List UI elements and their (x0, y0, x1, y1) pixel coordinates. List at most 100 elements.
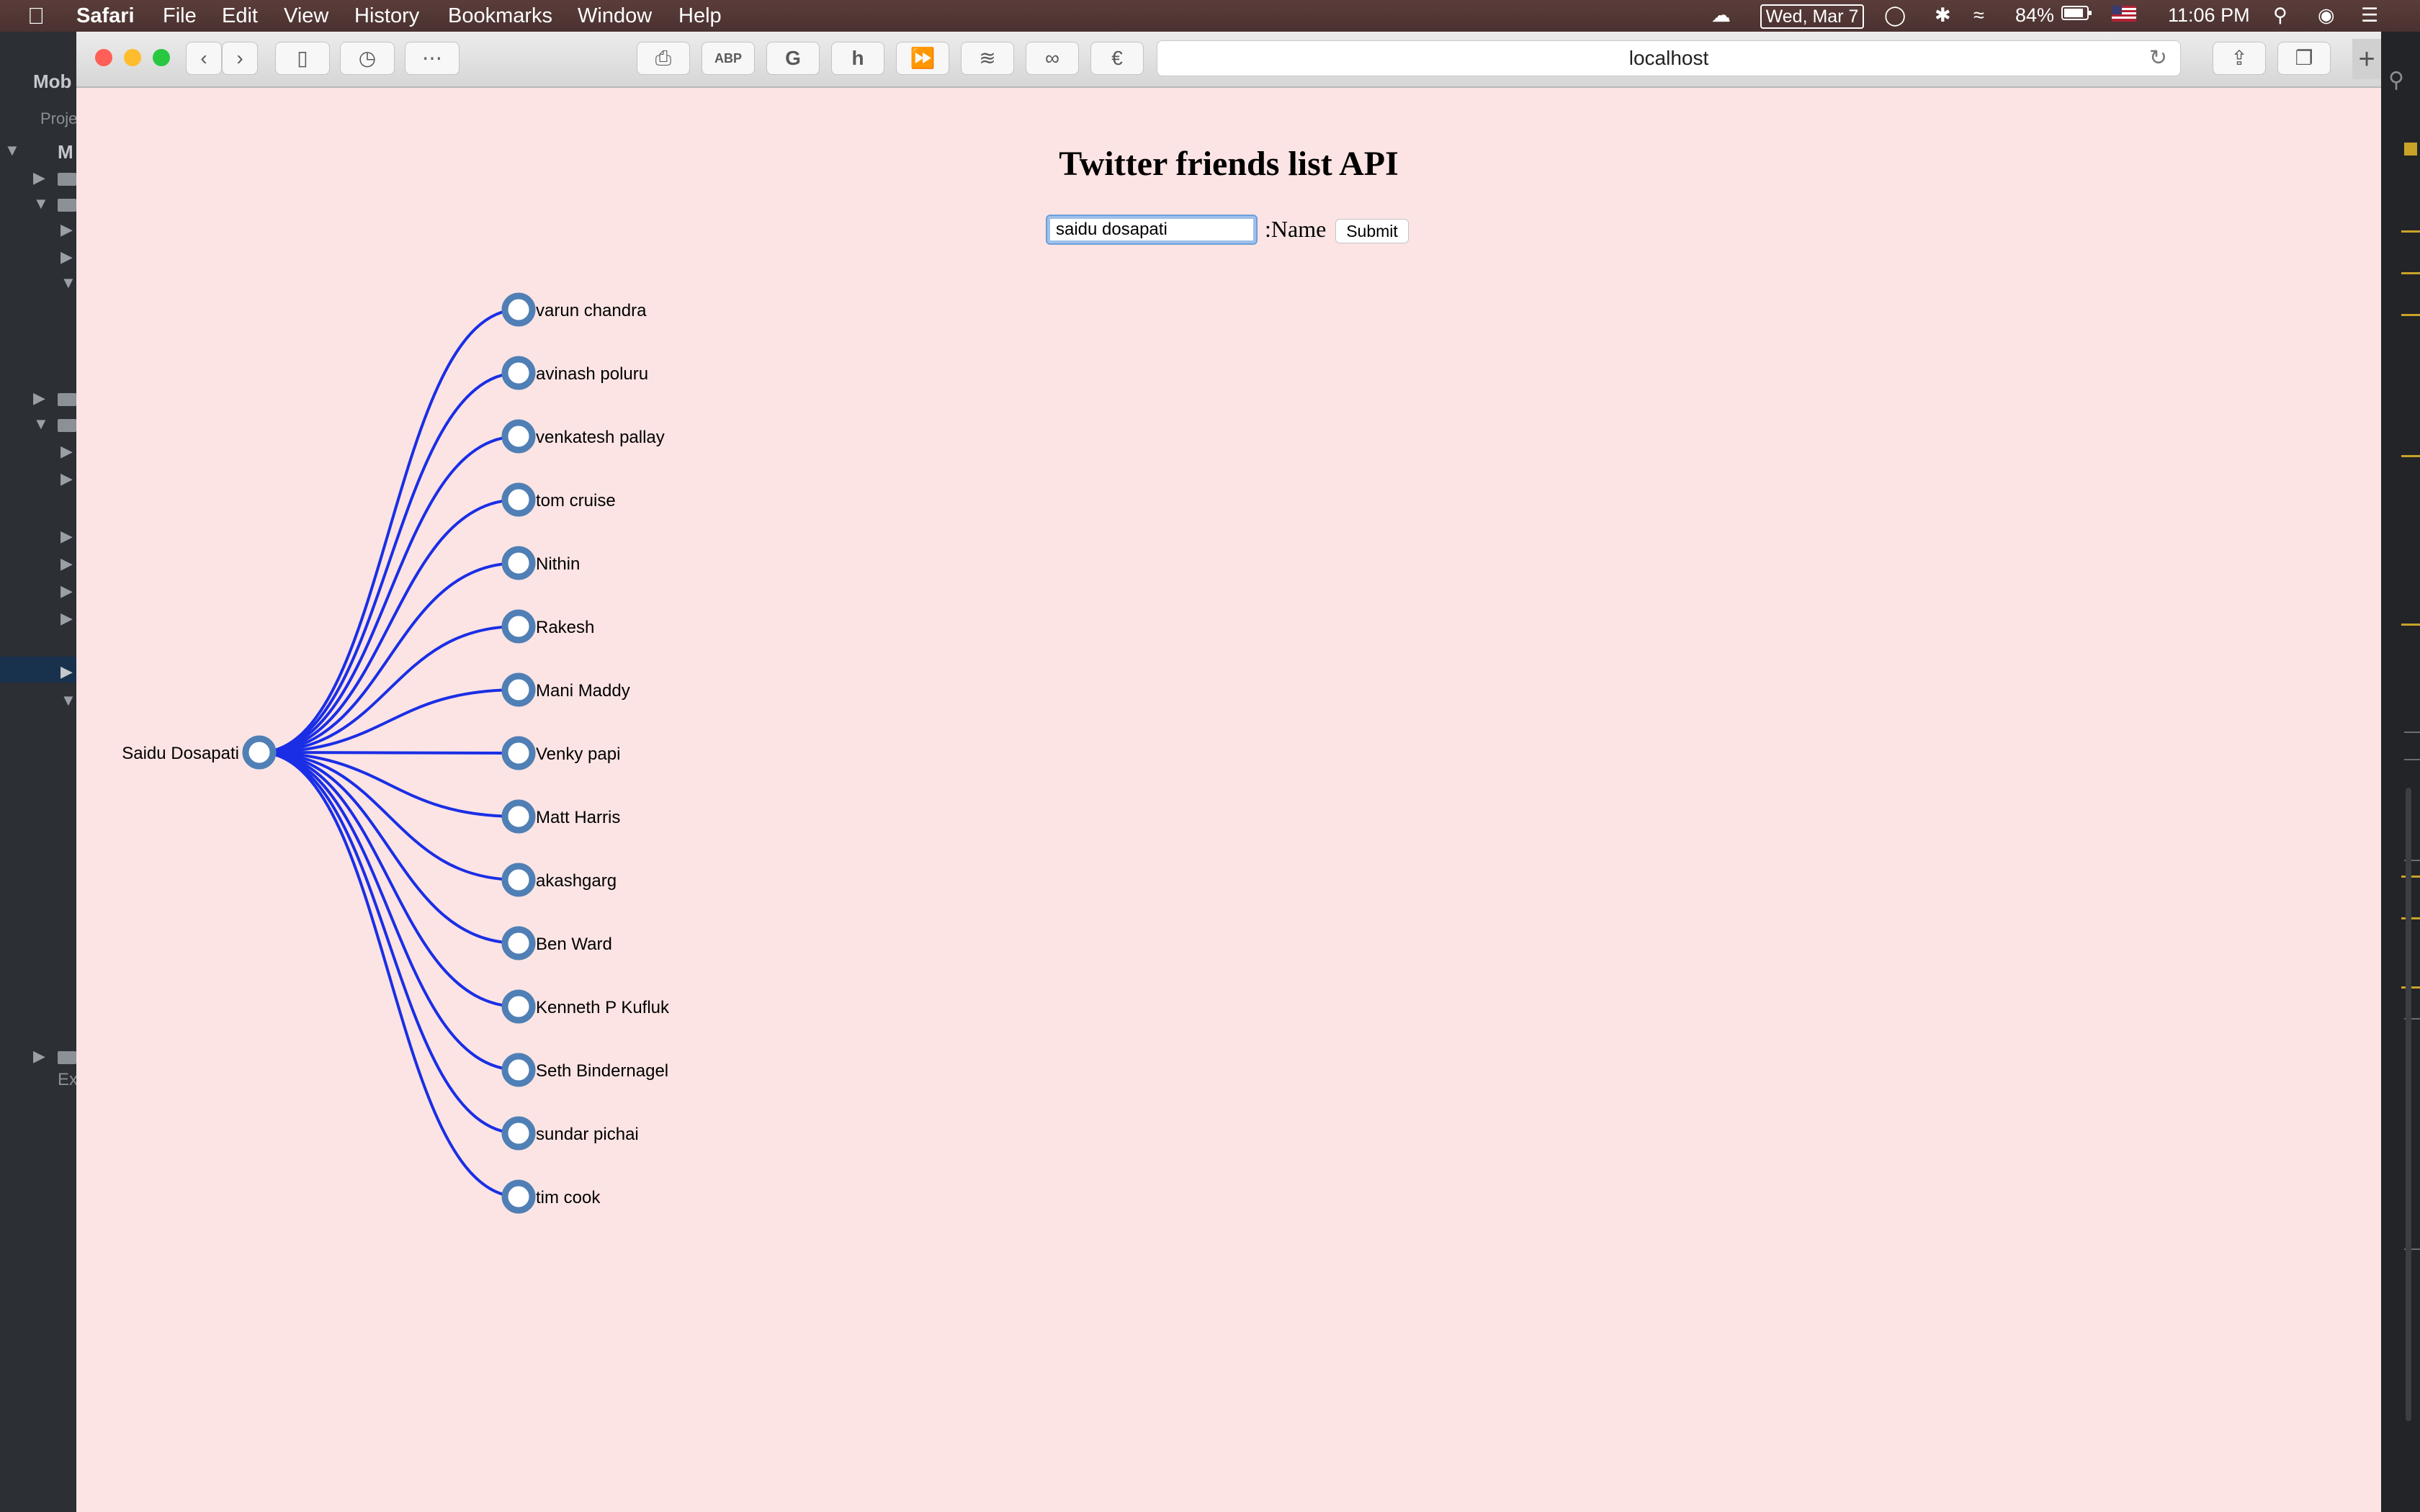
tree-child-label: Ben Ward (536, 935, 612, 954)
ide-disclosure-icon[interactable]: ▶ (60, 662, 73, 681)
folder-icon (58, 199, 76, 212)
ide-disclosure-icon[interactable]: ▶ (33, 1047, 45, 1066)
history-icon[interactable]: ◷ (340, 42, 395, 75)
menu-history[interactable]: History (354, 4, 419, 28)
line-marker (2401, 624, 2420, 626)
menu-file[interactable]: File (163, 4, 197, 28)
share-icon[interactable]: ⇪ (2213, 42, 2266, 75)
tree-child-label: Kenneth P Kufluk (536, 998, 670, 1017)
apple-icon[interactable]:  (27, 3, 45, 30)
notification-center-icon[interactable]: ☰ (2361, 4, 2378, 27)
mask-icon[interactable]: ∞ (1026, 42, 1079, 75)
tree-child-node[interactable] (501, 672, 536, 707)
creative-cloud-icon[interactable]: ☁ (1711, 4, 1731, 27)
close-window-button[interactable] (95, 49, 112, 66)
layers-icon[interactable]: ≋ (961, 42, 1014, 75)
ide-disclosure-icon[interactable]: ▶ (60, 527, 73, 546)
honey-icon[interactable]: h (831, 42, 884, 75)
line-marker (2401, 455, 2420, 457)
ide-background-panel: Mob Proje M ▼ ▶ ▼ ▶ ▶ ▼ ▶ ▼ ▶ ▶ ▶ ▶ ▶ ▶ … (0, 32, 78, 1512)
new-tab-icon[interactable]: + (2352, 39, 2381, 79)
sidebar-icon[interactable]: ▯ (275, 42, 330, 75)
menu-bookmarks[interactable]: Bookmarks (448, 4, 552, 28)
menu-view[interactable]: View (284, 4, 328, 28)
tree-link (259, 751, 519, 881)
reload-icon[interactable]: ↻ (2149, 41, 2167, 76)
wifi-icon[interactable]: ≈ (1973, 4, 1984, 27)
back-icon[interactable]: ‹ (186, 42, 222, 75)
tree-child-node[interactable] (501, 1179, 536, 1214)
scrollbar[interactable] (2406, 788, 2411, 1421)
tree-child-label: varun chandra (536, 301, 647, 320)
tree-child-label: Nithin (536, 554, 580, 574)
ide-disclosure-icon[interactable]: ▶ (60, 248, 73, 266)
tree-child-label: Mani Maddy (536, 681, 630, 701)
spotlight-icon[interactable]: ⚲ (2273, 4, 2287, 27)
friends-tree: Saidu Dosapati varun chandra avinash polur… (122, 292, 670, 1214)
ide-disclosure-icon[interactable]: ▶ (60, 220, 73, 239)
print-icon[interactable]: ⎙ (637, 42, 690, 75)
grid-icon[interactable]: ⋯ (405, 42, 460, 75)
ide-disclosure-icon[interactable]: ▼ (33, 415, 49, 433)
tree-child-node[interactable] (501, 799, 536, 834)
tree-link (259, 372, 519, 754)
ide-disclosure-icon[interactable]: ▶ (60, 609, 73, 628)
minimize-window-button[interactable] (124, 49, 141, 66)
ide-disclosure-icon[interactable]: ▼ (60, 691, 76, 710)
ide-disclosure-icon[interactable]: ▼ (4, 141, 20, 160)
ide-disclosure-icon[interactable]: ▶ (60, 582, 73, 600)
tree-child-node[interactable] (501, 989, 536, 1024)
ide-disclosure-icon[interactable]: ▼ (60, 274, 76, 292)
tree-link (259, 308, 519, 754)
ide-disclosure-icon[interactable]: ▶ (33, 389, 45, 408)
message-icon[interactable]: ◯ (1884, 4, 1906, 27)
siri-icon[interactable]: ◉ (2318, 4, 2335, 27)
folder-icon (58, 419, 76, 432)
ide-disclosure-icon[interactable]: ▶ (33, 168, 45, 187)
folder-icon (58, 173, 76, 186)
menu-window[interactable]: Window (578, 4, 652, 28)
clock-time[interactable]: 11:06 PM (2168, 4, 2250, 27)
tree-root-node[interactable] (242, 735, 277, 770)
tree-child-node[interactable] (501, 1053, 536, 1087)
menu-app-safari[interactable]: Safari (76, 4, 135, 28)
tree-child-node[interactable] (501, 609, 536, 644)
tree-child-label: tim cook (536, 1188, 601, 1207)
tree-link (259, 751, 519, 1198)
ide-project-label: Proje (40, 109, 78, 127)
url-text[interactable]: localhost (1629, 47, 1709, 69)
tree-child-label: sundar pichai (536, 1125, 639, 1144)
address-bar[interactable]: localhost ↻ (1157, 40, 2181, 76)
zoom-window-button[interactable] (153, 49, 170, 66)
ide-disclosure-icon[interactable]: ▶ (60, 554, 73, 573)
page-content: Twitter friends list API :Name Submit Sa… (76, 88, 2381, 1512)
fast-forward-icon[interactable]: ⏩ (896, 42, 949, 75)
adblock-icon[interactable]: ABP (702, 42, 755, 75)
search-icon[interactable]: ⚲ (2388, 68, 2404, 93)
tree-child-node[interactable] (501, 863, 536, 897)
flag-icon[interactable] (2112, 4, 2136, 27)
date-display[interactable]: Wed, Mar 7 (1760, 4, 1864, 29)
ide-disclosure-icon[interactable]: ▶ (60, 469, 73, 488)
battery-icon[interactable] (2061, 4, 2093, 27)
tree-child-node[interactable] (501, 356, 536, 390)
tree-child-node[interactable] (501, 482, 536, 517)
menu-help[interactable]: Help (678, 4, 722, 28)
tree-child-node[interactable] (501, 419, 536, 454)
grammarly-icon[interactable]: G (766, 42, 820, 75)
tree-child-node[interactable] (501, 736, 536, 770)
tree-child-node[interactable] (501, 926, 536, 960)
tree-child-node[interactable] (501, 546, 536, 580)
forward-icon[interactable]: › (222, 42, 258, 75)
tree-child-node[interactable] (501, 1116, 536, 1151)
battery-percent: 84% (2015, 4, 2055, 26)
evernote-icon[interactable]: € (1090, 42, 1144, 75)
tree-child-label: Venky papi (536, 744, 620, 764)
menu-edit[interactable]: Edit (222, 4, 258, 28)
tabs-icon[interactable]: ❐ (2277, 42, 2331, 75)
tree-child-node[interactable] (501, 292, 536, 327)
bluetooth-icon[interactable]: ✱ (1935, 4, 1951, 27)
ide-disclosure-icon[interactable]: ▼ (33, 194, 49, 213)
ide-disclosure-icon[interactable]: ▶ (60, 442, 73, 461)
tree-link (259, 435, 519, 754)
